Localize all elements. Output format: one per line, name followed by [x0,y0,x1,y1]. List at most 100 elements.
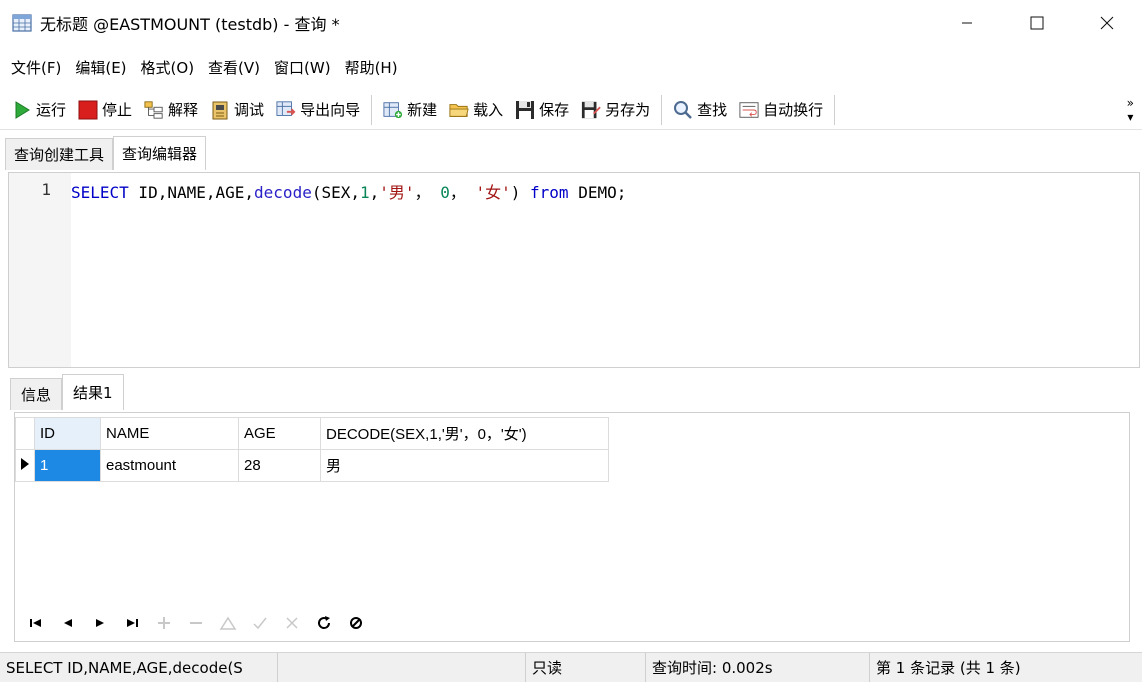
sql-args-close: ) [510,183,531,202]
chevron-right-double-icon: » [1126,96,1134,110]
load-label: 载入 [473,101,504,119]
sql-args-open: (SEX, [311,183,360,202]
sql-comma: ， [414,183,441,202]
row-header-corner [15,417,35,450]
next-record-button[interactable] [84,609,116,637]
sql-string-female: '女' [475,183,511,202]
last-record-icon [127,619,138,627]
maximize-button[interactable] [1002,0,1072,46]
discard-button[interactable] [276,609,308,637]
minimize-button[interactable] [932,0,1002,46]
status-bar: SELECT ID,NAME,AGE,decode(S 只读 查询时间: 0.0… [0,652,1142,682]
word-wrap-icon [739,100,759,120]
maximize-icon [1030,16,1044,30]
run-button[interactable]: 运行 [6,93,72,127]
first-record-icon [30,619,41,627]
export-wizard-button[interactable]: 导出向导 [270,93,366,127]
line-number-gutter: 1 [9,173,71,367]
minimize-icon [962,22,972,24]
menu-help[interactable]: 帮助(H) [338,50,405,86]
sql-editor[interactable]: 1 SELECT ID,NAME,AGE,decode(SEX,1,'男'， 0… [8,172,1140,368]
delete-record-button[interactable] [180,609,212,637]
save-as-icon [581,100,601,120]
menu-file[interactable]: 文件(F) [4,50,68,86]
close-button[interactable] [1072,0,1142,46]
menu-format[interactable]: 格式(O) [134,50,202,86]
stop-icon [78,100,98,120]
status-sql-text: SELECT ID,NAME,AGE,decode(S [0,652,278,682]
column-header-age[interactable]: AGE [238,417,321,450]
menu-window[interactable]: 窗口(W) [267,50,338,86]
export-wizard-label: 导出向导 [300,101,361,119]
save-as-button[interactable]: 另存为 [575,93,656,127]
line-number: 1 [41,180,51,199]
cell-age[interactable]: 28 [238,449,321,482]
find-button[interactable]: 查找 [667,93,733,127]
stop-circle-icon [350,617,362,629]
explain-button[interactable]: 解释 [138,93,204,127]
stop-button[interactable]: 停止 [72,93,138,127]
sql-columns: ID,NAME,AGE, [128,183,255,202]
edit-record-button[interactable] [212,609,244,637]
load-button[interactable]: 载入 [443,93,509,127]
toolbar-separator [371,94,373,125]
status-query-time: 查询时间: 0.002s [646,652,870,682]
sql-string-male: '男' [379,183,415,202]
cell-name[interactable]: eastmount [100,449,239,482]
status-record-count: 第 1 条记录 (共 1 条) [876,658,1021,677]
sql-keyword-from: from [530,183,569,202]
debug-button[interactable]: 调试 [204,93,270,127]
explain-tree-icon [144,100,164,120]
toolbar-overflow-button[interactable]: » ▾ [1127,90,1134,130]
tab-query-builder[interactable]: 查询创建工具 [5,138,114,170]
menu-edit[interactable]: 编辑(E) [68,50,133,86]
close-icon [1100,16,1114,30]
column-header-decode[interactable]: DECODE(SEX,1,'男'，0，'女') [320,417,609,450]
row-header[interactable] [15,449,35,482]
save-label: 保存 [539,101,570,119]
run-label: 运行 [36,101,67,119]
export-wizard-icon [276,100,296,120]
stop-fetch-button[interactable] [340,609,372,637]
word-wrap-label: 自动换行 [763,101,824,119]
sql-comma: ， [449,183,476,202]
record-navigator [14,606,1130,640]
cell-id[interactable]: 1 [34,449,101,482]
sql-table: DEMO; [568,183,627,202]
first-record-button[interactable] [20,609,52,637]
sql-number-1: 1 [360,183,370,202]
toolbar-separator [661,94,663,125]
refresh-button[interactable] [308,609,340,637]
sql-keyword-select: SELECT [71,183,129,202]
last-record-button[interactable] [116,609,148,637]
add-record-button[interactable] [148,609,180,637]
save-button[interactable]: 保存 [509,93,575,127]
stop-label: 停止 [102,101,133,119]
new-label: 新建 [407,101,438,119]
tab-query-editor[interactable]: 查询编辑器 [113,136,207,170]
debug-label: 调试 [234,101,265,119]
new-table-icon [383,100,403,120]
new-button[interactable]: 新建 [377,93,443,127]
sql-number-0: 0 [440,183,450,202]
prev-record-button[interactable] [52,609,84,637]
current-row-arrow-icon [21,457,29,470]
table-row[interactable]: 1 eastmount 28 男 [15,449,609,482]
sql-function-decode: decode [254,183,312,202]
folder-open-icon [449,100,469,120]
result-table: ID NAME AGE DECODE(SEX,1,'男'，0，'女') 1 ea… [15,417,609,482]
cell-decode[interactable]: 男 [320,449,609,482]
word-wrap-button[interactable]: 自动换行 [733,93,829,127]
next-record-icon [96,619,104,627]
menu-view[interactable]: 查看(V) [201,50,267,86]
sql-line[interactable]: SELECT ID,NAME,AGE,decode(SEX,1,'男'， 0， … [71,179,626,203]
prev-record-icon [64,619,72,627]
column-header-id[interactable]: ID [34,417,101,450]
tab-info[interactable]: 信息 [10,378,63,410]
triangle-edit-icon [219,616,237,630]
app-table-icon [12,14,32,32]
window-title: 无标题 @EASTMOUNT (testdb) - 查询 * [40,15,340,34]
column-header-name[interactable]: NAME [100,417,239,450]
tab-result-1[interactable]: 结果1 [62,374,124,410]
apply-button[interactable] [244,609,276,637]
